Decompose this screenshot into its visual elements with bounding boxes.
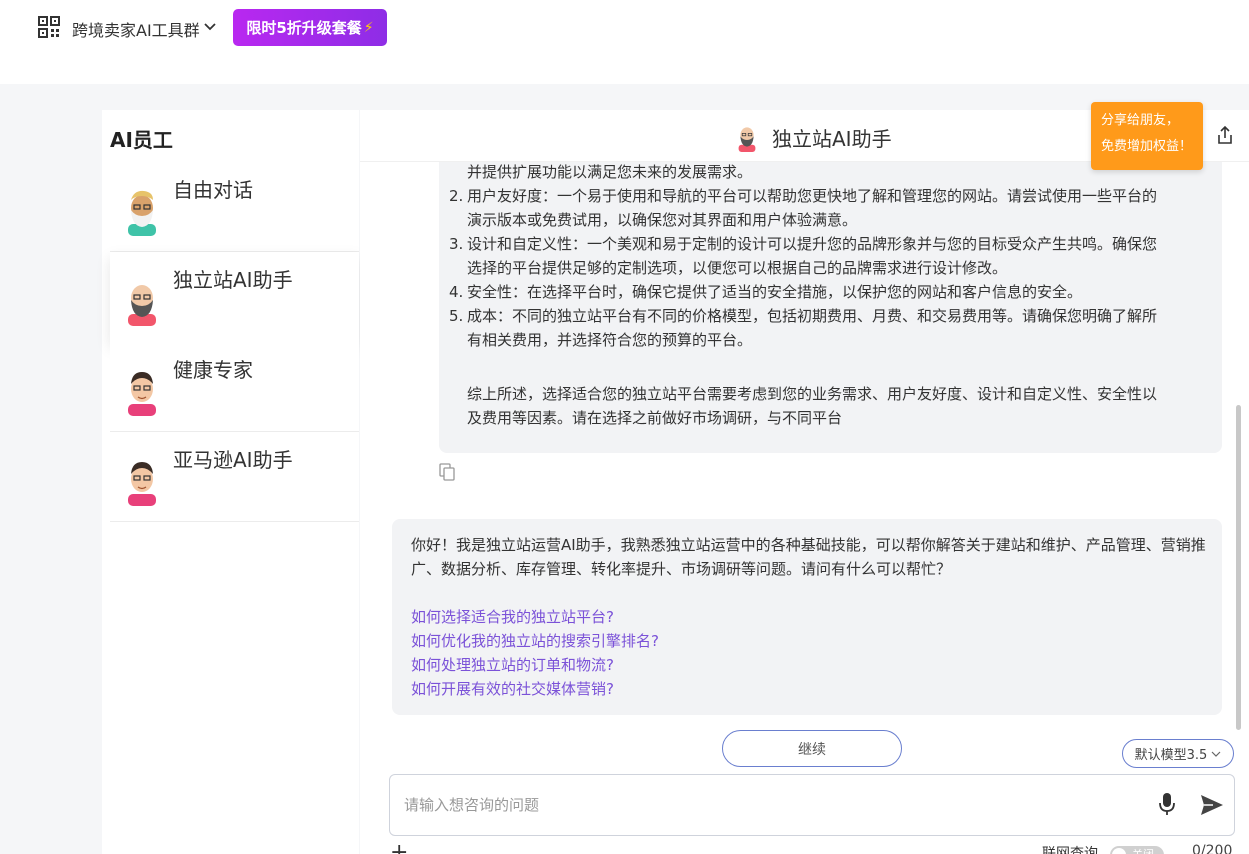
bearded-man-avatar	[128, 190, 156, 236]
sidebar-item-amazon-assistant[interactable]: 亚马逊AI助手	[110, 432, 359, 522]
list-line: 选择的平台提供足够的定制选项，以便您可以根据自己的品牌需求进行设计修改。	[467, 259, 1008, 277]
suggested-question[interactable]: 如何优化我的独立站的搜索引擎排名?	[411, 629, 659, 653]
share-promo-line: 分享给朋友，	[1101, 113, 1180, 128]
sidebar-item-label: 自由对话	[173, 178, 253, 202]
list-number: 5.	[449, 307, 464, 325]
sidebar-item-label: 亚马逊AI助手	[173, 448, 293, 472]
suggested-question[interactable]: 如何开展有效的社交媒体营销?	[411, 677, 659, 701]
model-label: 默认模型3.5	[1134, 748, 1208, 763]
web-search-toggle[interactable]: 关闭	[1110, 846, 1164, 854]
top-bar: 跨境卖家AI工具群 限时5折升级套餐 ⚡	[0, 0, 1249, 84]
list-item: 2. 用户友好度：一个易于使用和导航的平台可以帮助您更快地了解和管理您的网站。请…	[449, 184, 1189, 232]
qr-code-icon[interactable]	[38, 16, 60, 38]
upgrade-button[interactable]: 限时5折升级套餐 ⚡	[233, 9, 387, 46]
group-name[interactable]: 跨境卖家AI工具群	[72, 17, 200, 41]
sidebar-title: AI员工	[110, 128, 173, 152]
suggestion-list: 如何选择适合我的独立站平台? 如何优化我的独立站的搜索引擎排名? 如何处理独立站…	[411, 605, 659, 701]
list-line: 成本：不同的独立站平台有不同的价格模型，包括初期费用、月费、和交易费用等。请确保…	[467, 307, 1158, 325]
chevron-down-icon	[1211, 751, 1221, 757]
continue-button[interactable]: 继续	[722, 730, 902, 767]
answer-line: 并提供扩展功能以满足您未来的发展需求。	[467, 163, 753, 181]
list-line: 用户友好度：一个易于使用和导航的平台可以帮助您更快地了解和管理您的网站。请尝试使…	[467, 187, 1158, 205]
share-promo-bubble[interactable]: 分享给朋友， 免费增加权益！	[1091, 102, 1203, 170]
answer-text: 并提供扩展功能以满足您未来的发展需求。 2. 用户友好度：一个易于使用和导航的平…	[449, 160, 1189, 430]
lightning-icon: ⚡	[363, 19, 374, 36]
sidebar-item-store-assistant[interactable]: 独立站AI助手	[110, 252, 359, 342]
summary-line: 综上所述，选择适合您的独立站平台需要考虑到您的业务需求、用户友好度、设计和自定义…	[467, 385, 1158, 403]
copy-icon[interactable]	[439, 463, 456, 481]
chat-panel: 并提供扩展功能以满足您未来的发展需求。 2. 用户友好度：一个易于使用和导航的平…	[360, 102, 1249, 854]
list-line: 有相关费用，并选择符合您的预算的平台。	[467, 331, 753, 349]
bald-man-avatar	[738, 127, 756, 152]
share-icon[interactable]	[1216, 125, 1234, 145]
sidebar-item-label: 独立站AI助手	[173, 268, 293, 292]
list-item: 3. 设计和自定义性：一个美观和易于定制的设计可以提升您的品牌形象并与您的目标受…	[449, 232, 1189, 280]
char-count: 0/200	[1192, 843, 1233, 854]
list-line: 设计和自定义性：一个美观和易于定制的设计可以提升您的品牌形象并与您的目标受众产生…	[467, 235, 1158, 253]
list-number: 4.	[449, 283, 464, 301]
upgrade-label: 限时5折升级套餐	[246, 19, 362, 37]
list-number: 3.	[449, 235, 464, 253]
plus-icon[interactable]: +	[390, 842, 408, 854]
man-with-glasses-avatar	[128, 462, 156, 506]
employee-sidebar: AI员工 自由对话 独立站AI助手 健康专家 亚马逊AI助手	[102, 110, 359, 854]
sidebar-item-health-expert[interactable]: 健康专家	[110, 342, 359, 432]
list-line: 安全性：在选择平台时，确保它提供了适当的安全措施，以保护您的网站和客户信息的安全…	[467, 283, 1083, 301]
chat-title: 独立站AI助手	[772, 127, 892, 151]
chevron-down-icon[interactable]	[202, 18, 218, 34]
microphone-icon[interactable]	[1157, 791, 1177, 817]
bald-man-avatar	[128, 285, 156, 326]
list-item: 5. 成本：不同的独立站平台有不同的价格模型，包括初期费用、月费、和交易费用等。…	[449, 304, 1189, 352]
suggested-question[interactable]: 如何处理独立站的订单和物流?	[411, 653, 659, 677]
sidebar-item-label: 健康专家	[173, 358, 253, 382]
assistant-answer-message: 并提供扩展功能以满足您未来的发展需求。 2. 用户友好度：一个易于使用和导航的平…	[439, 140, 1222, 453]
man-with-glasses-avatar	[128, 372, 156, 416]
web-search-label: 联网查询	[1042, 846, 1098, 854]
list-number: 2.	[449, 187, 464, 205]
sidebar-item-free-chat[interactable]: 自由对话	[110, 162, 359, 252]
message-input-box	[389, 774, 1235, 836]
chat-scrollbar[interactable]	[1236, 405, 1241, 730]
message-input[interactable]	[404, 793, 1104, 817]
suggested-question[interactable]: 如何选择适合我的独立站平台?	[411, 605, 659, 629]
assistant-greeting-message: 你好！我是独立站运营AI助手，我熟悉独立站运营中的各种基础技能，可以帮你解答关于…	[392, 519, 1222, 715]
share-promo-line: 免费增加权益！	[1101, 139, 1193, 154]
summary-line: 及费用等因素。请在选择之前做好市场调研，与不同平台	[467, 409, 843, 427]
greeting-text: 你好！我是独立站运营AI助手，我熟悉独立站运营中的各种基础技能，可以帮你解答关于…	[411, 536, 1206, 578]
model-select[interactable]: 默认模型3.5	[1122, 739, 1234, 768]
list-line: 演示版本或免费试用，以确保您对其界面和用户体验满意。	[467, 211, 858, 229]
list-item: 4. 安全性：在选择平台时，确保它提供了适当的安全措施，以保护您的网站和客户信息…	[449, 280, 1189, 304]
send-icon[interactable]	[1199, 793, 1225, 817]
